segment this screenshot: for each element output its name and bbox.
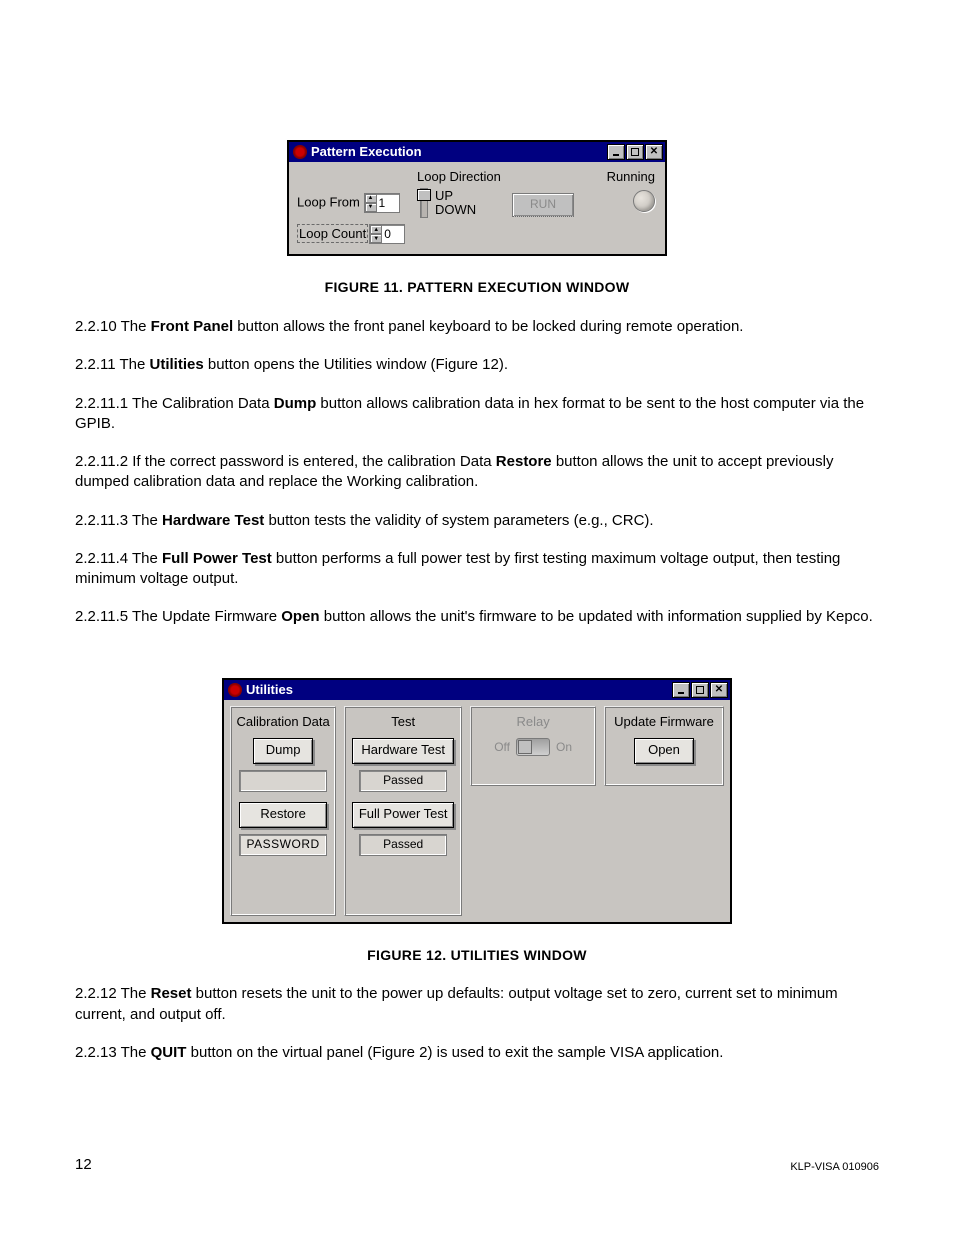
- spin-up-icon[interactable]: ▲: [370, 225, 382, 234]
- loop-count-value: 0: [382, 225, 404, 243]
- close-button[interactable]: ✕: [645, 144, 663, 160]
- minimize-button[interactable]: [672, 682, 690, 698]
- open-button[interactable]: Open: [634, 738, 694, 764]
- titlebar: Pattern Execution ✕: [289, 142, 665, 162]
- dump-status: [239, 770, 327, 792]
- para-2-2-11-1: 2.2.11.1 The Calibration Data Dump butto…: [75, 394, 879, 435]
- loop-from-label: Loop From: [297, 194, 360, 209]
- run-button[interactable]: RUN: [512, 193, 574, 217]
- relay-switch[interactable]: [516, 738, 550, 756]
- maximize-button[interactable]: [626, 144, 644, 160]
- doc-id: KLP-VISA 010906: [790, 1160, 879, 1175]
- window-title: Pattern Execution: [311, 143, 422, 161]
- loop-direction-label: Loop Direction: [417, 169, 501, 184]
- firmware-header: Update Firmware: [609, 711, 719, 739]
- utilities-window: Utilities ✕ Calibration Data Dump Restor…: [222, 678, 732, 924]
- hardware-test-button[interactable]: Hardware Test: [352, 738, 454, 764]
- test-header: Test: [349, 711, 457, 739]
- para-2-2-13: 2.2.13 The QUIT button on the virtual pa…: [75, 1043, 879, 1063]
- relay-panel: Relay Off On: [470, 706, 596, 786]
- app-icon: [293, 145, 307, 159]
- relay-off-label: Off: [494, 739, 510, 755]
- loop-from-spinner[interactable]: ▲▼ 1: [364, 193, 400, 213]
- loop-count-label: Loop Count: [299, 226, 366, 241]
- para-2-2-11: 2.2.11 The Utilities button opens the Ut…: [75, 355, 879, 375]
- hardware-test-status: Passed: [359, 770, 447, 792]
- full-power-test-button[interactable]: Full Power Test: [352, 802, 454, 828]
- para-2-2-11-2: 2.2.11.2 If the correct password is ente…: [75, 452, 879, 493]
- para-2-2-11-3: 2.2.11.3 The Hardware Test button tests …: [75, 511, 879, 531]
- para-2-2-11-5: 2.2.11.5 The Update Firmware Open button…: [75, 607, 879, 627]
- maximize-button[interactable]: [691, 682, 709, 698]
- update-firmware-panel: Update Firmware Open: [604, 706, 724, 786]
- running-label: Running: [607, 169, 655, 184]
- calibration-header: Calibration Data: [235, 711, 331, 739]
- direction-down-label: DOWN: [435, 203, 476, 217]
- figure-12: Utilities ✕ Calibration Data Dump Restor…: [75, 678, 879, 924]
- loop-count-spinner[interactable]: ▲▼ 0: [369, 224, 405, 244]
- direction-up-label: UP: [435, 189, 476, 203]
- restore-button[interactable]: Restore: [239, 802, 327, 828]
- figure-11: Pattern Execution ✕ Loop Direction Runni…: [75, 140, 879, 256]
- window-title: Utilities: [246, 681, 293, 699]
- app-icon: [228, 683, 242, 697]
- pattern-execution-window: Pattern Execution ✕ Loop Direction Runni…: [287, 140, 667, 256]
- dump-button[interactable]: Dump: [253, 738, 313, 764]
- full-power-test-status: Passed: [359, 834, 447, 856]
- para-2-2-12: 2.2.12 The Reset button resets the unit …: [75, 984, 879, 1025]
- spin-down-icon[interactable]: ▼: [370, 234, 382, 243]
- spin-down-icon[interactable]: ▼: [365, 203, 377, 212]
- para-2-2-10: 2.2.10 The Front Panel button allows the…: [75, 317, 879, 337]
- loop-direction-slider[interactable]: [417, 188, 431, 218]
- test-panel: Test Hardware Test Passed Full Power Tes…: [344, 706, 462, 916]
- titlebar: Utilities ✕: [224, 680, 730, 700]
- figure-11-caption: FIGURE 11. PATTERN EXECUTION WINDOW: [75, 278, 879, 297]
- page-footer: 12 KLP-VISA 010906: [75, 1155, 879, 1175]
- calibration-panel: Calibration Data Dump Restore PASSWORD: [230, 706, 336, 916]
- password-field[interactable]: PASSWORD: [239, 834, 327, 856]
- page-number: 12: [75, 1155, 92, 1175]
- figure-12-caption: FIGURE 12. UTILITIES WINDOW: [75, 946, 879, 965]
- relay-header: Relay: [475, 711, 591, 739]
- running-led: [633, 190, 655, 212]
- spin-up-icon[interactable]: ▲: [365, 194, 377, 203]
- relay-on-label: On: [556, 739, 572, 755]
- para-2-2-11-4: 2.2.11.4 The Full Power Test button perf…: [75, 549, 879, 590]
- loop-from-value: 1: [377, 194, 399, 212]
- minimize-button[interactable]: [607, 144, 625, 160]
- close-button[interactable]: ✕: [710, 682, 728, 698]
